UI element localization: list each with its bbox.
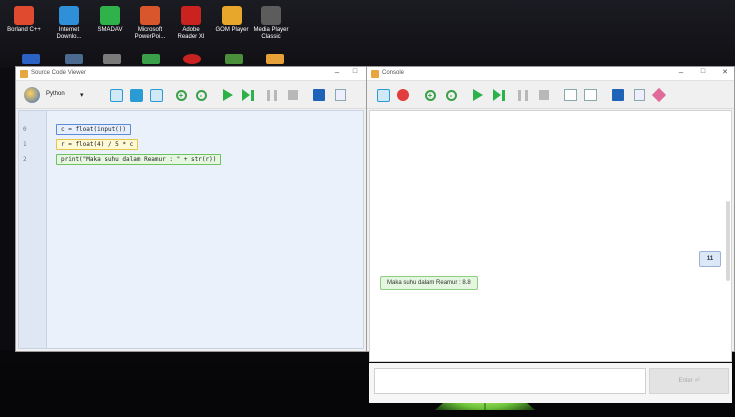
maximize-button[interactable]: □ bbox=[348, 68, 362, 75]
app-icon[interactable] bbox=[266, 54, 284, 64]
output-message: Maka suhu dalam Reamur : 8.8 bbox=[380, 276, 478, 290]
maximize-button[interactable]: □ bbox=[696, 68, 710, 75]
desktop-icon-label: SMADAV bbox=[97, 27, 123, 33]
input-echo-bubble: 11 bbox=[699, 251, 721, 267]
record-icon[interactable] bbox=[395, 87, 411, 103]
idm-icon bbox=[59, 6, 79, 25]
desktop-icon-media-player[interactable]: Media Player Classic bbox=[249, 6, 293, 46]
desktop-icon-idm[interactable]: Internet Downlo... bbox=[47, 6, 91, 46]
desktop-icon-gom-player[interactable]: GOM Player bbox=[210, 6, 254, 46]
clear-icon[interactable] bbox=[651, 87, 667, 103]
pause-icon[interactable] bbox=[515, 87, 531, 103]
line-number: 0 bbox=[23, 126, 27, 133]
desktop-icon-label: Media Player Classic bbox=[253, 27, 289, 40]
adobe-reader-icon bbox=[181, 6, 201, 25]
stop-icon[interactable] bbox=[285, 87, 301, 103]
gom-player-icon bbox=[222, 6, 242, 25]
pause-icon[interactable] bbox=[264, 87, 280, 103]
zoom-out-icon[interactable]: - bbox=[443, 87, 459, 103]
source-titlebar[interactable]: Source Code Viewer – □ bbox=[16, 67, 366, 81]
enter-button[interactable]: Enter ⏎ bbox=[649, 368, 729, 394]
desktop-top: Borland C++ Internet Downlo... SMADAV Mi… bbox=[0, 0, 735, 68]
split-view-icon[interactable] bbox=[562, 87, 578, 103]
desktop-icon-borland[interactable]: Borland C++ bbox=[2, 6, 46, 46]
source-toolbar: Python ▾ + - bbox=[16, 82, 366, 109]
smadav-icon bbox=[100, 6, 120, 25]
borland-icon bbox=[14, 6, 34, 25]
word-icon[interactable] bbox=[22, 54, 40, 64]
console-window: Console – □ ✕ + - 11 Maka suhu dalam Rea… bbox=[366, 66, 735, 403]
line-number: 2 bbox=[23, 156, 27, 163]
app-icon[interactable] bbox=[65, 54, 83, 64]
app-icon[interactable] bbox=[142, 54, 160, 64]
app-icon bbox=[20, 70, 28, 78]
code-line[interactable]: print("Maka suhu dalam Reamur : " + str(… bbox=[56, 154, 222, 165]
console-input-field[interactable] bbox=[374, 368, 646, 394]
desktop-icon-label: Microsoft PowerPoi... bbox=[134, 27, 166, 40]
list-view-icon[interactable] bbox=[128, 87, 144, 103]
fit-icon[interactable] bbox=[148, 87, 164, 103]
close-button[interactable]: ✕ bbox=[718, 68, 732, 76]
chevron-down-icon[interactable]: ▾ bbox=[80, 91, 84, 99]
source-code-viewer-window: Source Code Viewer – □ Python ▾ + - 0 1 … bbox=[15, 66, 367, 352]
app-icon bbox=[371, 70, 379, 78]
console-titlebar[interactable]: Console – □ ✕ bbox=[367, 67, 734, 81]
desktop-icon-adobe-reader[interactable]: Adobe Reader XI bbox=[169, 6, 213, 46]
desktop-icon-label: GOM Player bbox=[215, 27, 249, 33]
window-title: Console bbox=[382, 70, 405, 76]
language-select[interactable]: Python bbox=[46, 91, 65, 97]
app-icon[interactable] bbox=[225, 54, 243, 64]
step-icon[interactable] bbox=[240, 87, 256, 103]
code-line[interactable]: r = float(4) / 5 * c bbox=[56, 139, 139, 150]
desktop-icon-powerpoint[interactable]: Microsoft PowerPoi... bbox=[128, 6, 172, 46]
copy-icon[interactable] bbox=[631, 87, 647, 103]
minimize-button[interactable]: – bbox=[330, 68, 344, 77]
zoom-in-icon[interactable]: + bbox=[422, 87, 438, 103]
step-icon[interactable] bbox=[491, 87, 507, 103]
stop-icon[interactable] bbox=[536, 87, 552, 103]
copy-icon[interactable] bbox=[332, 87, 348, 103]
console-output-area[interactable]: 11 Maka suhu dalam Reamur : 8.8 bbox=[369, 110, 732, 362]
save-icon[interactable] bbox=[311, 87, 327, 103]
desktop-icon-label: Internet Downlo... bbox=[56, 27, 82, 40]
code-line[interactable]: c = float(input()) bbox=[56, 124, 132, 135]
powerpoint-icon bbox=[140, 6, 160, 25]
desktop-icon-smadav[interactable]: SMADAV bbox=[88, 6, 132, 46]
console-toolbar: + - bbox=[367, 82, 734, 109]
console-input-row: Enter ⏎ bbox=[369, 363, 732, 403]
run-icon[interactable] bbox=[470, 87, 486, 103]
zoom-in-icon[interactable]: + bbox=[173, 87, 189, 103]
app-icon[interactable] bbox=[183, 54, 201, 64]
code-editor[interactable]: 0 1 2 c = float(input()) r = float(4) / … bbox=[18, 110, 364, 349]
zoom-out-icon[interactable]: - bbox=[193, 87, 209, 103]
minimize-button[interactable]: – bbox=[674, 68, 688, 77]
layout-icon[interactable] bbox=[375, 87, 391, 103]
window-title: Source Code Viewer bbox=[31, 70, 86, 76]
line-gutter: 0 1 2 bbox=[19, 111, 47, 348]
app-icon[interactable] bbox=[103, 54, 121, 64]
media-player-icon bbox=[261, 6, 281, 25]
layout-icon[interactable] bbox=[108, 87, 124, 103]
desktop-icon-label: Adobe Reader XI bbox=[177, 27, 205, 40]
desktop-icon-label: Borland C++ bbox=[7, 27, 41, 33]
save-icon[interactable] bbox=[610, 87, 626, 103]
line-number: 1 bbox=[23, 141, 27, 148]
scrollbar[interactable] bbox=[726, 201, 730, 281]
python-logo-icon bbox=[24, 87, 40, 103]
run-icon[interactable] bbox=[220, 87, 236, 103]
expression-icon[interactable] bbox=[582, 87, 598, 103]
